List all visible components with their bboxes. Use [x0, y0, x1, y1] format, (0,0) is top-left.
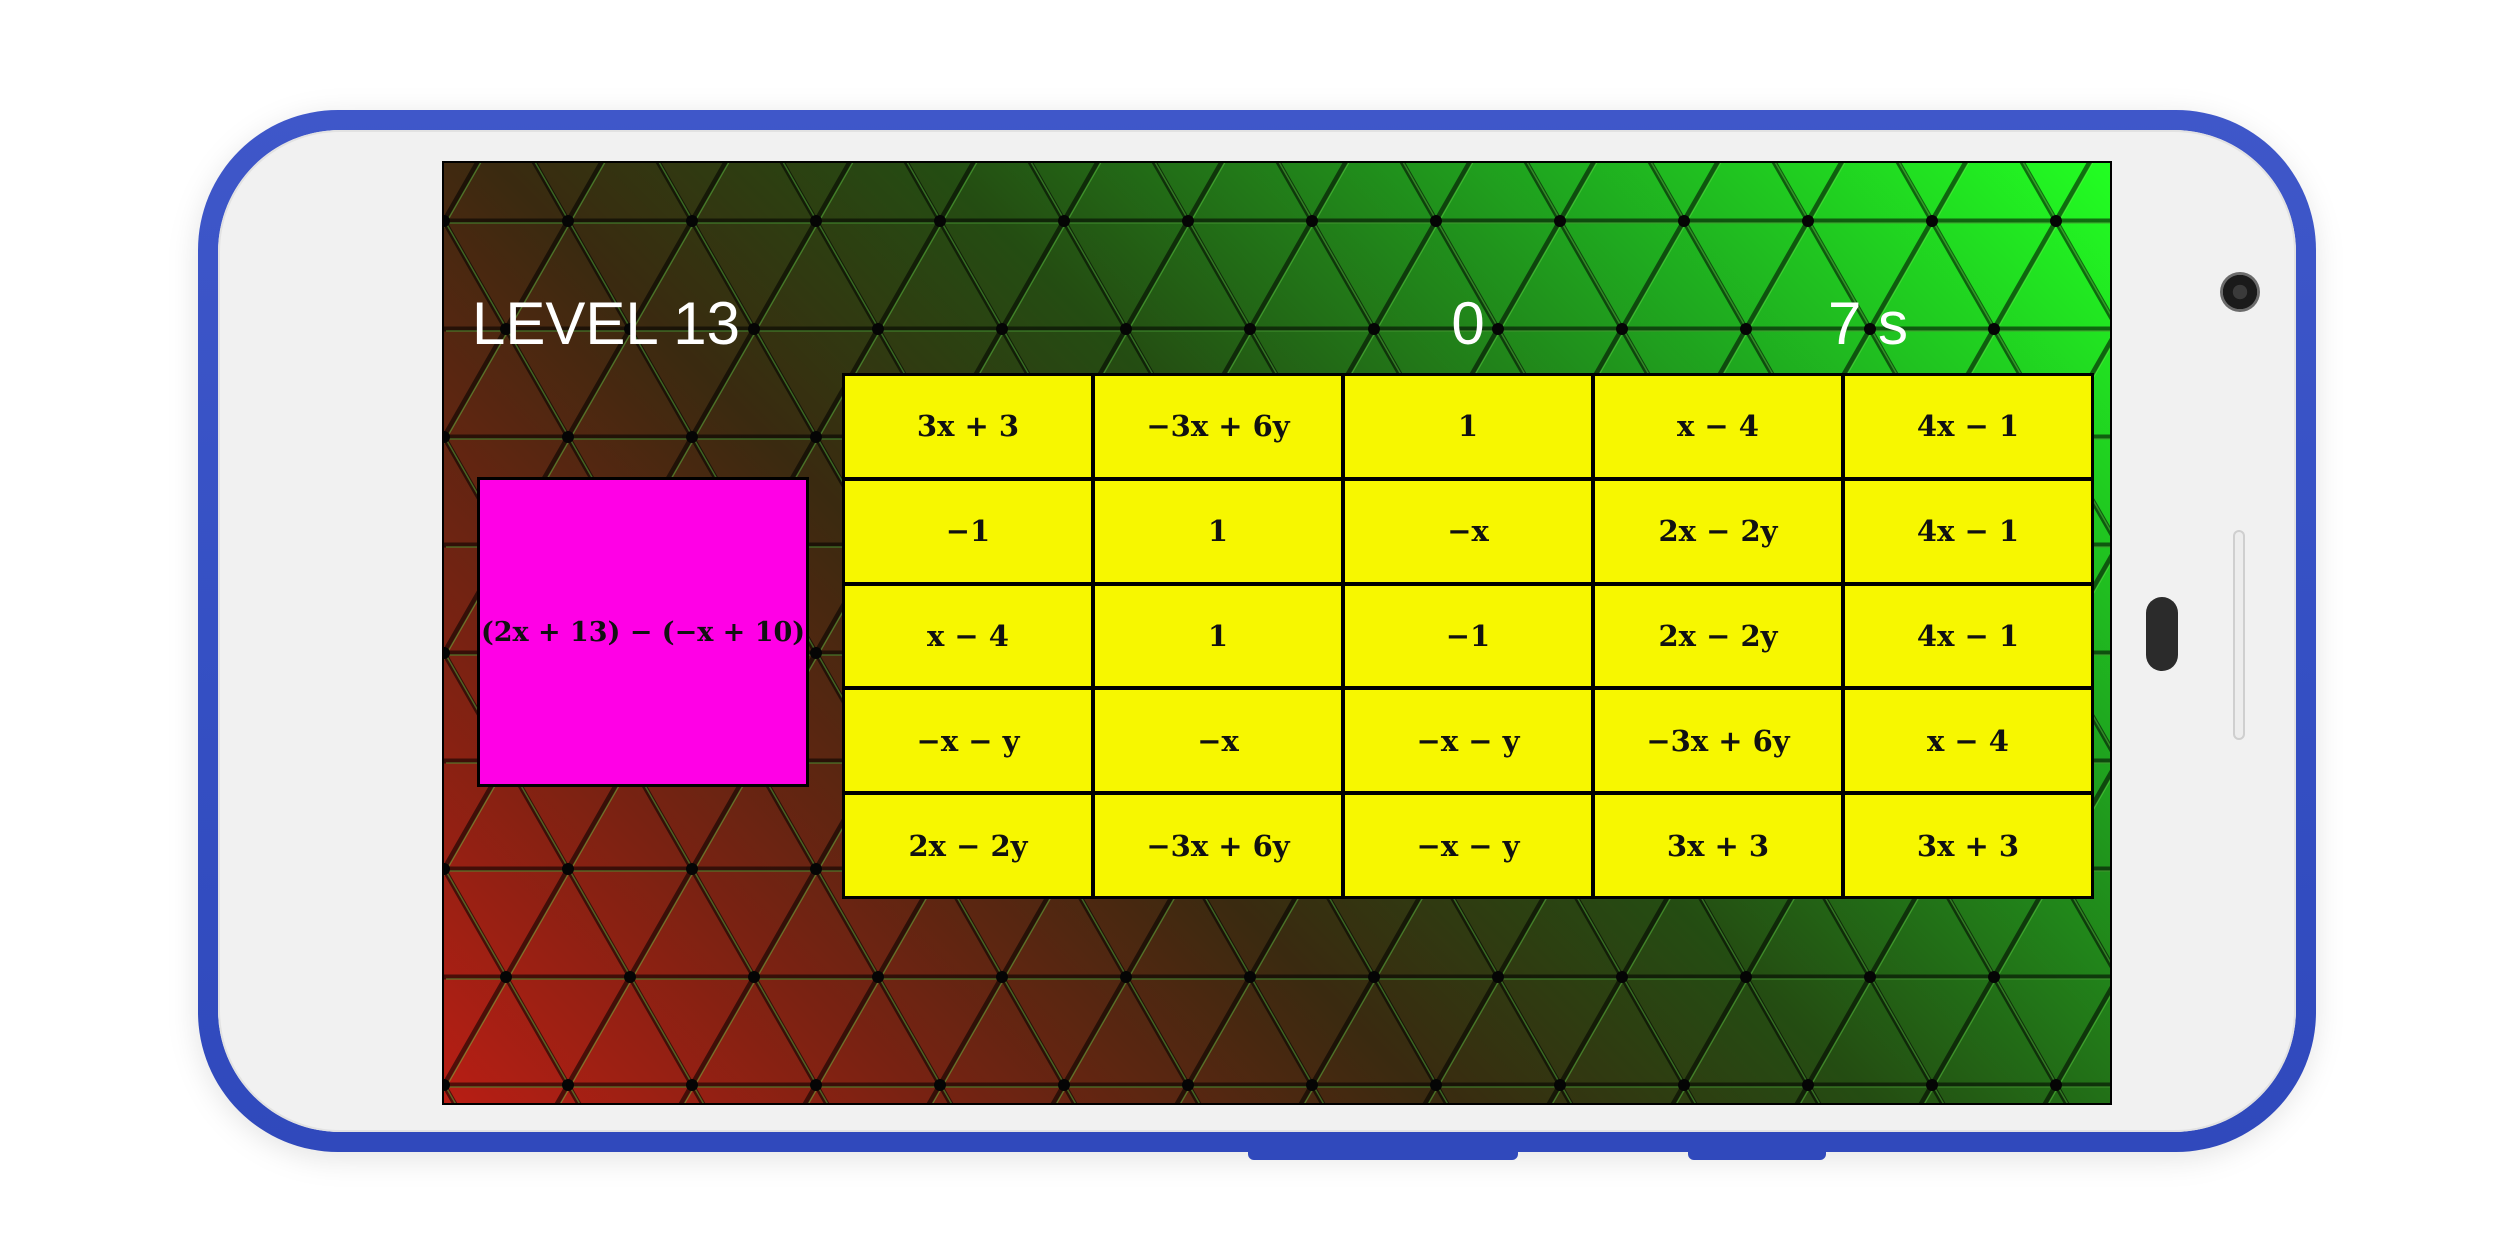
answer-expression: x − 4 — [1677, 409, 1759, 444]
front-camera-icon — [2220, 272, 2260, 312]
answer-cell[interactable]: −1 — [1345, 585, 1591, 687]
answer-cell[interactable]: x − 4 — [1595, 376, 1841, 477]
answer-expression: −3x + 6y — [1146, 409, 1290, 444]
speaker-slot — [2233, 530, 2245, 740]
answer-expression: −x − y — [916, 723, 1020, 758]
answer-cell[interactable]: −3x + 6y — [1095, 795, 1341, 896]
answer-cell[interactable]: −3x + 6y — [1595, 690, 1841, 792]
home-button-icon[interactable] — [2146, 597, 2178, 671]
answer-cell[interactable]: 1 — [1095, 480, 1341, 582]
answer-expression: 2x − 2y — [1658, 514, 1778, 549]
answer-expression: −1 — [945, 514, 991, 549]
answer-cell[interactable]: −3x + 6y — [1095, 376, 1341, 477]
answer-expression: 1 — [1457, 409, 1479, 444]
answer-expression: 4x − 1 — [1916, 618, 2020, 653]
volume-button — [1248, 1146, 1518, 1160]
answer-expression: −3x + 6y — [1146, 828, 1290, 863]
answer-expression: −x — [1197, 723, 1239, 758]
game-screen: LEVEL 13 0 7 s (2x + 13) − (−x + 10) 3x … — [442, 161, 2112, 1105]
timer-value: 7 s — [1827, 290, 1909, 357]
answer-cell[interactable]: 2x − 2y — [845, 795, 1091, 896]
answer-expression: −x — [1447, 514, 1489, 549]
answer-cell[interactable]: 3x + 3 — [1845, 795, 2091, 896]
answer-cell[interactable]: −x − y — [1345, 690, 1591, 792]
answer-expression: 2x − 2y — [908, 828, 1028, 863]
answer-expression: 1 — [1207, 514, 1229, 549]
answer-grid: 3x + 3 −3x + 6y 1 x − 4 4x − 1 −1 1 −x 2x − 2y 4x… — [842, 373, 2094, 899]
question-card: (2x + 13) − (−x + 10) — [477, 477, 809, 787]
answer-expression: 3x + 3 — [916, 409, 1020, 444]
answer-cell[interactable]: x − 4 — [1845, 690, 2091, 792]
level-label: LEVEL 13 — [472, 290, 740, 357]
answer-expression: 2x − 2y — [1658, 618, 1778, 653]
answer-cell[interactable]: 4x − 1 — [1845, 585, 2091, 687]
answer-expression: −x − y — [1416, 723, 1520, 758]
answer-expression: −1 — [1445, 618, 1491, 653]
answer-cell[interactable]: −x − y — [1345, 795, 1591, 896]
answer-cell[interactable]: 2x − 2y — [1595, 585, 1841, 687]
answer-cell[interactable]: 4x − 1 — [1845, 480, 2091, 582]
answer-cell[interactable]: 3x + 3 — [1595, 795, 1841, 896]
score-value: 0 — [1451, 290, 1485, 357]
answer-expression: 3x + 3 — [1666, 828, 1770, 863]
answer-expression: −x − y — [1416, 828, 1520, 863]
answer-expression: x − 4 — [927, 618, 1009, 653]
answer-cell[interactable]: 2x − 2y — [1595, 480, 1841, 582]
answer-cell[interactable]: 1 — [1095, 585, 1341, 687]
question-expression: (2x + 13) − (−x + 10) — [480, 616, 806, 648]
power-button — [1688, 1146, 1826, 1160]
answer-cell[interactable]: 1 — [1345, 376, 1591, 477]
answer-expression: 3x + 3 — [1916, 828, 2020, 863]
answer-expression: 4x − 1 — [1916, 514, 2020, 549]
answer-cell[interactable]: 3x + 3 — [845, 376, 1091, 477]
answer-expression: x − 4 — [1927, 723, 2009, 758]
answer-cell[interactable]: x − 4 — [845, 585, 1091, 687]
answer-expression: 1 — [1207, 618, 1229, 653]
answer-cell[interactable]: 4x − 1 — [1845, 376, 2091, 477]
answer-cell[interactable]: −x — [1345, 480, 1591, 582]
answer-expression: 4x − 1 — [1916, 409, 2020, 444]
answer-cell[interactable]: −x — [1095, 690, 1341, 792]
answer-cell[interactable]: −x − y — [845, 690, 1091, 792]
answer-cell[interactable]: −1 — [845, 480, 1091, 582]
answer-expression: −3x + 6y — [1646, 723, 1790, 758]
